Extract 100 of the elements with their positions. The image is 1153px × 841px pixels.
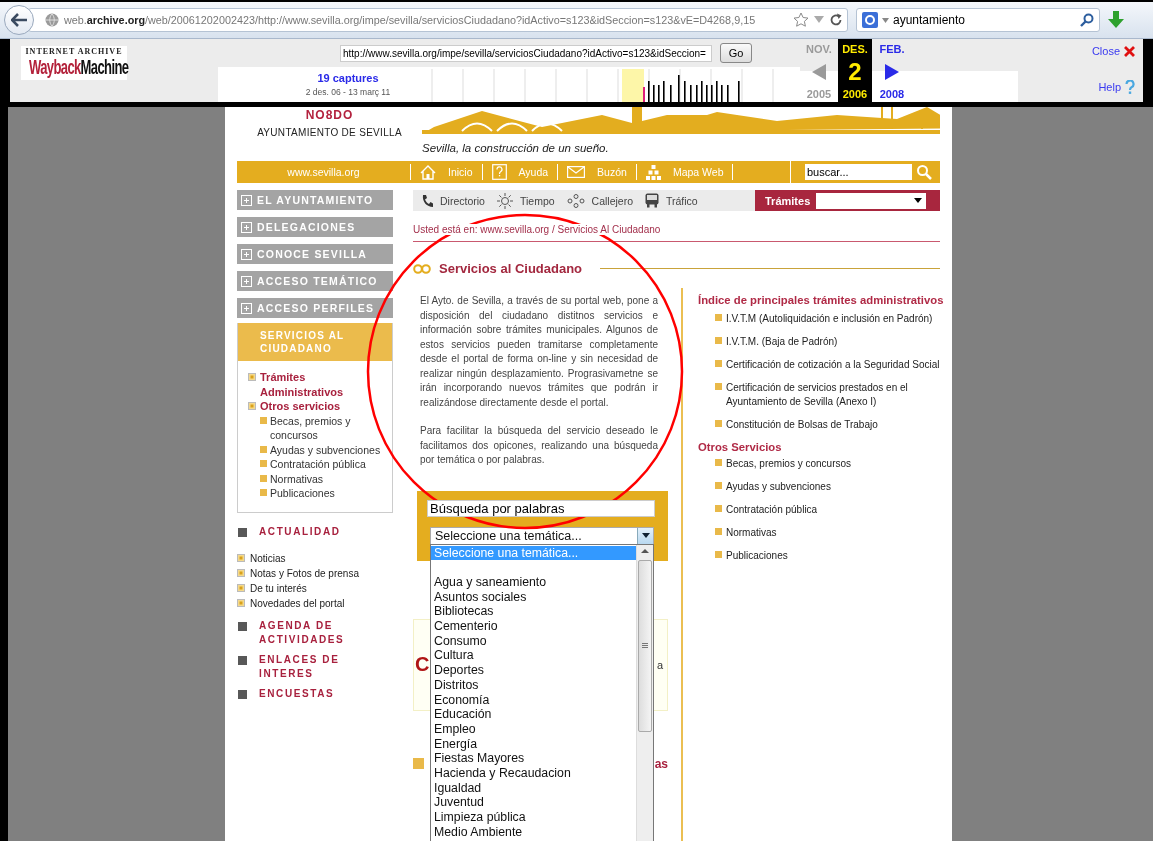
scrollbar[interactable] xyxy=(636,544,653,841)
list-link[interactable]: Publicaciones xyxy=(726,549,788,563)
search-field[interactable]: ayuntamiento xyxy=(893,13,1076,27)
news-link[interactable]: Notas y Fotos de prensa xyxy=(250,567,359,579)
dropdown-option[interactable]: Economía xyxy=(431,692,636,708)
bullet-icon xyxy=(715,337,722,344)
section-link[interactable]: ENLACES DE INTERES xyxy=(259,652,393,681)
procedures-label: Trámites xyxy=(765,194,811,207)
search-field[interactable]: buscar... xyxy=(805,164,912,180)
topic-select[interactable]: Seleccione una temática... xyxy=(430,526,654,545)
square-icon xyxy=(238,655,247,665)
next-arrow-icon[interactable] xyxy=(885,63,899,80)
reload-icon[interactable] xyxy=(829,13,843,27)
dropdown-option[interactable]: Cultura xyxy=(431,648,636,664)
section-link[interactable]: ACTUALIDAD xyxy=(259,524,341,539)
procedures-select[interactable] xyxy=(816,192,927,209)
list-link[interactable]: Certificación de cotización a la Seguridad Social xyxy=(726,358,940,372)
link-text[interactable]: as xyxy=(654,756,668,771)
bullet-icon xyxy=(715,482,722,489)
help-link[interactable]: Help xyxy=(1098,80,1135,94)
dropdown-option[interactable]: Igualdad xyxy=(431,780,636,796)
keyword-field[interactable]: Búsqueda por palabras xyxy=(427,499,655,517)
search-box[interactable]: ayuntamiento xyxy=(856,8,1100,32)
banner-mark: C xyxy=(415,653,430,676)
bullet-icon xyxy=(237,554,245,562)
list-link[interactable]: Becas, premios y concursos xyxy=(726,457,852,471)
logo-wordmark: WaybackMachine xyxy=(29,56,129,78)
section-link[interactable]: ENCUESTAS xyxy=(259,686,335,701)
dropdown-list[interactable] xyxy=(430,543,654,841)
submenu-link[interactable]: Ayudas y subvenciones xyxy=(270,442,381,457)
dropdown-option[interactable]: Medio Ambiente xyxy=(431,824,636,840)
dropdown-option[interactable]: Educación xyxy=(431,707,636,722)
url-field[interactable]: http://www.sevilla.org/impe/sevilla/serviciosCiudadano?idActivo=s123&idSeccion= xyxy=(340,44,712,62)
dropdown-option[interactable]: Bibliotecas xyxy=(431,604,636,619)
address-bar[interactable]: web.archive.org/web/20061202002423/http://www.sevilla.org/impe/sevilla/serviciosCiudadano?idActivo=s123&idSeccion=s123&vE=D4268,9,15 xyxy=(28,8,848,32)
list-link[interactable]: Constitución de Bolsas de Trabajo xyxy=(726,418,878,432)
star-icon[interactable] xyxy=(793,12,809,28)
month-label: DES. xyxy=(842,43,868,55)
back-button[interactable] xyxy=(4,5,34,35)
dropdown-option[interactable]: Asuntos sociales xyxy=(431,589,636,605)
breadcrumb: Usted está en: www.sevilla.org / Servicios Al Ciudadano xyxy=(413,224,661,235)
submenu-link[interactable]: Contratación pública xyxy=(270,457,366,472)
download-arrow-icon[interactable] xyxy=(1108,11,1124,29)
submenu-link[interactable]: Normativas xyxy=(270,471,324,486)
dropdown-option[interactable]: Hacienda y Recaudacion xyxy=(431,766,636,781)
news-link[interactable]: Novedades del portal xyxy=(250,597,345,609)
dropdown-triangle-icon[interactable] xyxy=(882,17,889,23)
list-link[interactable]: Contratación pública xyxy=(726,503,818,517)
globe-icon xyxy=(45,13,59,27)
dropdown-option[interactable]: Fiestas Mayores xyxy=(431,751,636,767)
dropdown-option[interactable]: Distritos xyxy=(431,677,636,693)
close-icon xyxy=(1124,45,1135,57)
dropdown-option[interactable]: Energía xyxy=(431,736,636,752)
dropdown-option[interactable]: Empleo xyxy=(431,721,636,737)
dropdown-option[interactable]: Consumo xyxy=(431,633,636,649)
grip-icon xyxy=(642,643,648,648)
sitemap-icon xyxy=(645,164,661,180)
bullet-icon xyxy=(715,314,722,321)
section-heading: Índice de principales trámites administrativos xyxy=(698,294,944,306)
list-link[interactable]: I.V.T.M. (Baja de Padrón) xyxy=(726,335,838,349)
tool-link[interactable]: Tiempo xyxy=(496,192,555,209)
bullet-icon xyxy=(715,383,722,390)
dropdown-option[interactable]: Agua y saneamiento xyxy=(431,574,636,590)
bus-icon xyxy=(645,193,659,208)
bullet-icon xyxy=(715,528,722,535)
dropdown-option[interactable]: Limpieza pública xyxy=(431,810,636,825)
close-link[interactable]: Close xyxy=(1091,45,1135,57)
logo-panel[interactable]: INTERNET ARCHIVE WaybackMachine xyxy=(21,46,127,80)
chain-link-icon xyxy=(413,263,431,274)
banner-text: a xyxy=(656,658,663,671)
bullet-icon xyxy=(260,416,267,424)
bullet-icon xyxy=(715,420,722,427)
menu-link[interactable]: Otros servicios xyxy=(260,399,341,414)
dropdown-option[interactable]: Deportes xyxy=(431,663,636,678)
section-link[interactable]: AGENDA DE ACTIVIDADES xyxy=(259,618,393,647)
news-link[interactable]: Noticias xyxy=(250,552,286,564)
list-link[interactable]: Normativas xyxy=(726,526,777,540)
search-engine-icon[interactable] xyxy=(862,12,878,28)
active-menu-title: SERVICIOS AL CIUDADANO xyxy=(238,323,392,361)
tool-link[interactable]: Directorio xyxy=(421,193,485,208)
menu-link[interactable]: Trámites Administrativos xyxy=(260,370,388,399)
list-link[interactable]: I.V.T.M (Autoliquidación e inclusión en Padrón) xyxy=(726,312,933,326)
year-label: 2005 xyxy=(806,88,832,100)
list-link[interactable]: Certificación de servicios prestados en el Ayuntamiento de Sevilla (Anexo I) xyxy=(726,381,944,409)
back-arrow-icon xyxy=(11,13,27,27)
list-link[interactable]: Ayudas y subvenciones xyxy=(726,480,831,494)
captures-link[interactable]: 19 captures xyxy=(317,72,379,84)
tool-link[interactable]: Tráfico xyxy=(645,193,698,208)
dropdown-option[interactable]: Cementerio xyxy=(431,619,636,634)
submenu-link[interactable]: Publicaciones xyxy=(270,486,335,501)
dropdown-option[interactable]: Juventud xyxy=(431,795,636,811)
go-button[interactable]: Go xyxy=(720,43,752,63)
month-label: NOV. xyxy=(806,43,832,55)
section-heading: Otros Servicios xyxy=(698,441,783,453)
search-icon[interactable] xyxy=(1080,13,1094,27)
tool-link[interactable]: Callejero xyxy=(566,193,633,208)
submenu-link[interactable]: Becas, premios y concursos xyxy=(270,413,388,443)
square-icon xyxy=(238,527,247,537)
news-link[interactable]: De tu interés xyxy=(250,582,307,594)
month-column[interactable]: FEB. 2008 xyxy=(872,39,912,102)
